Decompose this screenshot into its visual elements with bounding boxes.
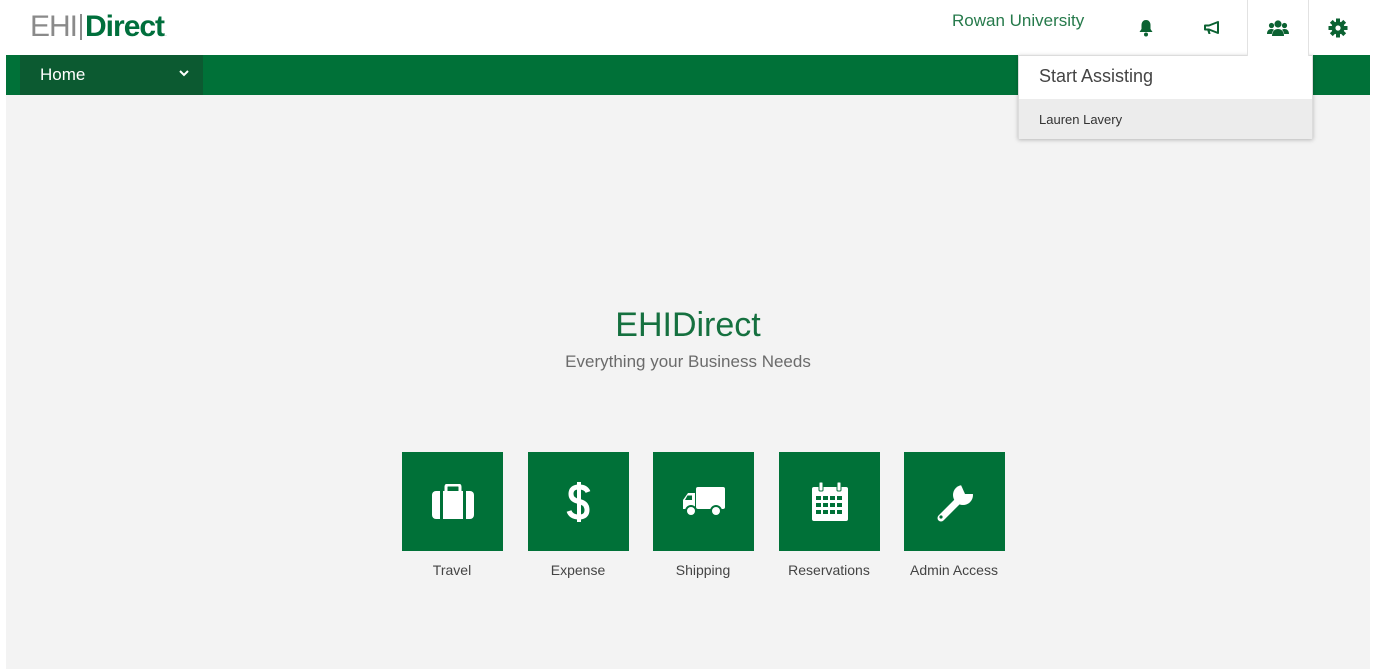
suitcase-icon [431, 483, 474, 519]
logo-divider [80, 14, 83, 40]
notifications-button[interactable] [1130, 0, 1162, 55]
tile-shipping[interactable] [653, 452, 754, 551]
logo-ehi-text: EHI [30, 10, 78, 43]
truck-icon [682, 486, 725, 517]
users-icon [1267, 20, 1289, 36]
megaphone-icon [1204, 20, 1219, 34]
tile-reservations[interactable] [779, 452, 880, 551]
gear-icon [1328, 18, 1348, 37]
logo-trademark: . [165, 32, 167, 38]
tile-reservations-label[interactable]: Reservations [759, 562, 899, 578]
calendar-icon [811, 481, 848, 521]
top-header: EHI Direct . Rowan University [0, 0, 1376, 56]
settings-button[interactable] [1320, 0, 1356, 55]
chevron-down-icon [179, 70, 189, 77]
hero-subtitle: Everything your Business Needs [565, 352, 811, 371]
logo-direct-text: Direct [85, 10, 165, 43]
assist-users-button[interactable] [1247, 0, 1309, 56]
assist-user-item[interactable]: Lauren Lavery [1019, 99, 1312, 139]
hero-title: EHIDirect [615, 306, 761, 344]
bell-icon [1139, 19, 1153, 36]
tile-travel[interactable] [402, 452, 503, 551]
tile-shipping-label[interactable]: Shipping [633, 562, 773, 578]
organization-name[interactable]: Rowan University [952, 11, 1084, 31]
start-assisting-title: Start Assisting [1039, 66, 1154, 86]
dollar-icon [566, 481, 590, 522]
tile-admin-access[interactable] [904, 452, 1005, 551]
tile-expense[interactable] [528, 452, 629, 551]
tile-admin-access-label[interactable]: Admin Access [884, 562, 1024, 578]
home-menu-dropdown[interactable]: Home [20, 55, 203, 95]
tile-expense-label[interactable]: Expense [508, 562, 648, 578]
announcements-button[interactable] [1196, 0, 1228, 55]
ehidirect-logo[interactable]: EHI Direct . [30, 6, 167, 44]
wrench-icon [937, 484, 973, 521]
main-content [6, 95, 1370, 669]
home-menu-label: Home [40, 65, 86, 84]
assist-dropdown-menu: Start Assisting Lauren Lavery [1018, 55, 1313, 139]
tile-travel-label[interactable]: Travel [382, 562, 522, 578]
